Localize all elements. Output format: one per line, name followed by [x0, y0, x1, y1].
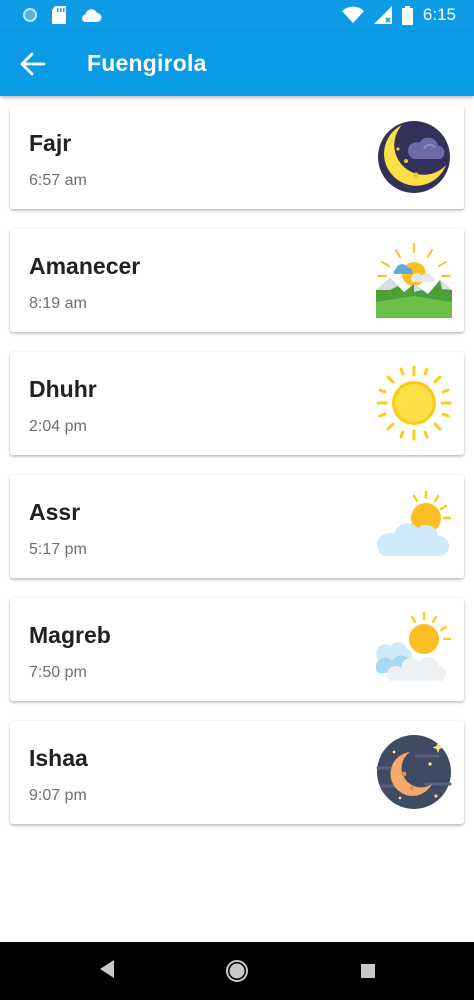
recents-square-icon: [361, 964, 375, 978]
prayer-name: Ishaa: [29, 745, 88, 771]
status-bar: 6:15: [0, 0, 474, 32]
night-moon-stars-icon: [376, 735, 452, 809]
nav-back-button[interactable]: [98, 959, 116, 984]
prayer-name: Dhuhr: [29, 376, 97, 402]
prayer-name: Amanecer: [29, 253, 141, 279]
nav-recents-button[interactable]: [360, 963, 376, 984]
sun-icon: [376, 365, 452, 441]
prayer-card-dhuhr[interactable]: Dhuhr 2:04 pm: [10, 352, 464, 455]
prayer-time: 7:50 pm: [29, 664, 87, 681]
home-circle-icon: [226, 960, 248, 982]
prayer-name: Assr: [29, 499, 81, 525]
app-bar: Fuengirola: [0, 32, 474, 96]
arrow-left-icon: [20, 52, 46, 76]
prayer-name: Magreb: [29, 622, 111, 648]
prayer-card-ishaa[interactable]: Ishaa 9:07 pm: [10, 721, 464, 824]
wifi-icon: [341, 6, 364, 23]
prayer-time: 6:57 am: [29, 172, 87, 189]
prayer-card-magreb[interactable]: Magreb 7:50 pm: [10, 598, 464, 701]
status-bar-left: [22, 6, 102, 24]
back-triangle-icon: [100, 960, 114, 978]
prayer-time: 8:19 am: [29, 295, 87, 312]
sunrise-mountains-icon: [376, 243, 452, 318]
prayer-card-assr[interactable]: Assr 5:17 pm: [10, 475, 464, 578]
prayer-time: 5:17 pm: [29, 541, 87, 558]
nav-home-button[interactable]: [225, 959, 249, 988]
back-button[interactable]: [18, 50, 48, 78]
prayer-name: Fajr: [29, 130, 72, 156]
cloud-icon: [82, 9, 102, 22]
circle-status-icon: [23, 8, 37, 22]
prayer-time: 9:07 pm: [29, 787, 87, 804]
prayer-time: 2:04 pm: [29, 418, 87, 435]
sd-card-icon: [52, 6, 66, 24]
moon-cloud-icon: [378, 121, 450, 193]
status-bar-right: 6:15: [341, 5, 456, 25]
status-time: 6:15: [422, 5, 456, 24]
prayer-card-fajr[interactable]: Fajr 6:57 am: [10, 106, 464, 209]
prayer-card-amanecer[interactable]: Amanecer 8:19 am: [10, 229, 464, 332]
sun-behind-clouds-icon: [376, 611, 452, 681]
battery-icon: [401, 5, 413, 25]
system-nav-bar: [0, 942, 474, 1000]
signal-icon: [373, 6, 392, 24]
page-title: Fuengirola: [87, 50, 207, 76]
sun-behind-cloud-icon: [376, 490, 452, 556]
